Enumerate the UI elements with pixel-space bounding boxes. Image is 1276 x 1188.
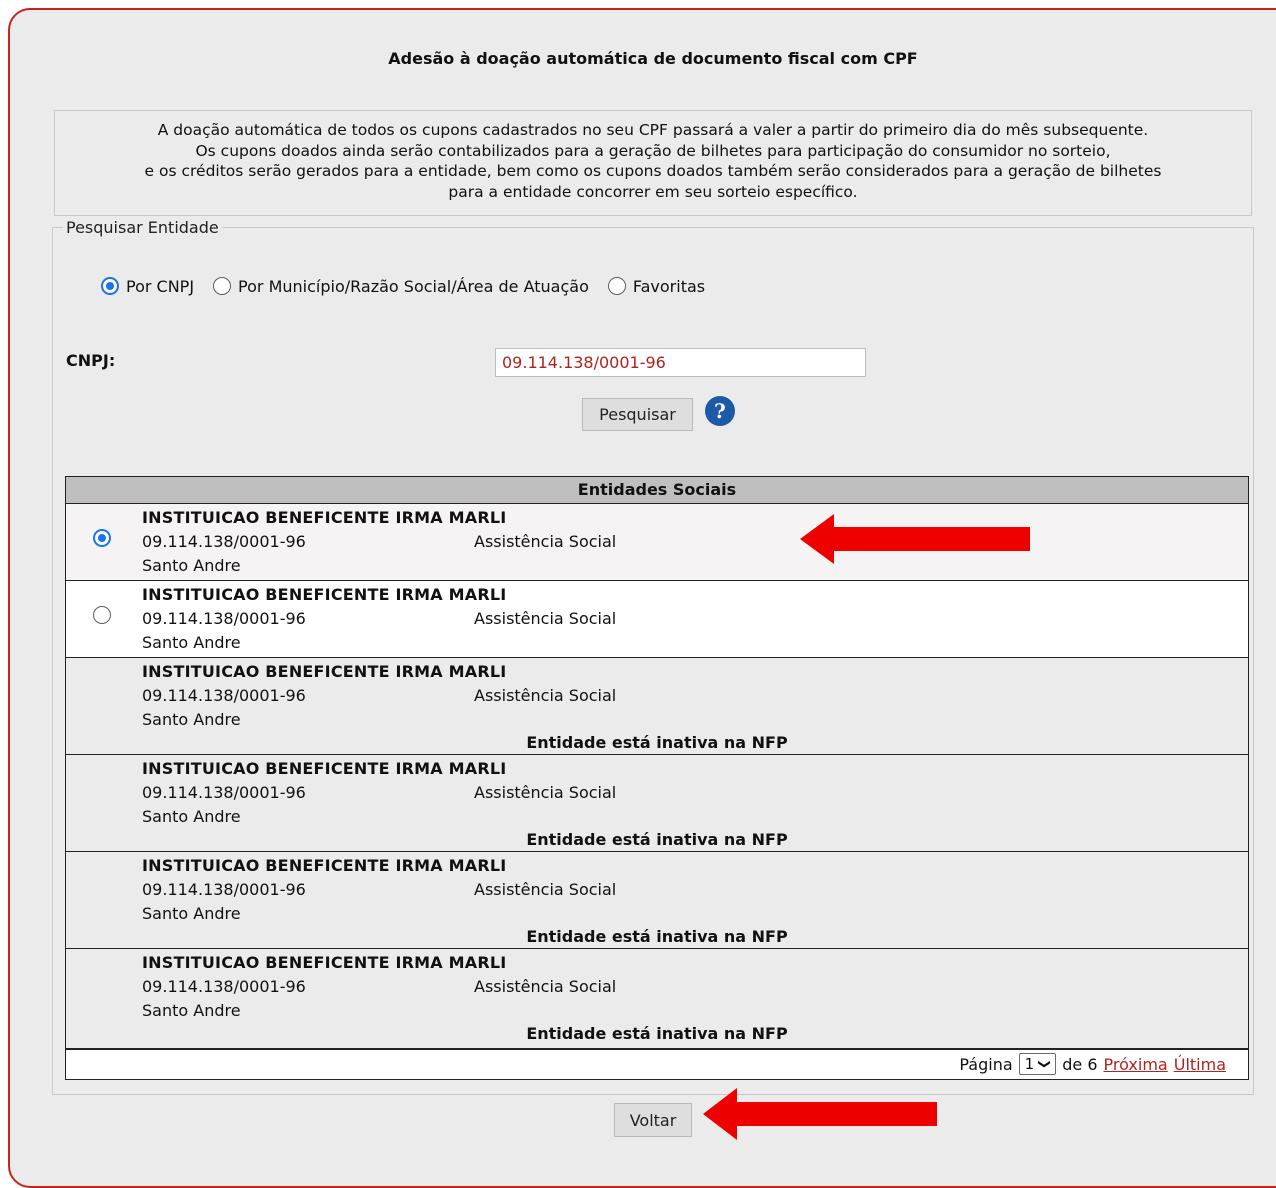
cnpj-input[interactable] — [495, 348, 866, 377]
radio-unselected-icon[interactable] — [93, 606, 111, 624]
entity-area: Assistência Social — [474, 880, 617, 899]
cnpj-label: CNPJ: — [66, 351, 116, 370]
option-label: Por CNPJ — [126, 276, 195, 296]
table-row: INSTITUICAO BENEFICENTE IRMA MARLI 09.11… — [66, 755, 1248, 852]
option-label: Por Município/Razão Social/Área de Atuaç… — [238, 276, 589, 296]
search-mode-options: Por CNPJ Por Município/Razão Social/Área… — [101, 273, 724, 299]
option-por-municipio[interactable]: Por Município/Razão Social/Área de Atuaç… — [213, 277, 589, 296]
entity-area: Assistência Social — [474, 686, 617, 705]
entity-name: INSTITUICAO BENEFICENTE IRMA MARLI — [142, 856, 507, 875]
radio-selected-icon[interactable] — [93, 529, 111, 547]
last-page-link[interactable]: Última — [1174, 1055, 1226, 1074]
entity-name: INSTITUICAO BENEFICENTE IRMA MARLI — [142, 508, 507, 527]
radio-unselected-icon[interactable] — [607, 277, 626, 295]
entity-name: INSTITUICAO BENEFICENTE IRMA MARLI — [142, 585, 507, 604]
entity-name: INSTITUICAO BENEFICENTE IRMA MARLI — [142, 953, 507, 972]
option-favoritas[interactable]: Favoritas — [607, 276, 706, 296]
entity-area: Assistência Social — [474, 532, 617, 551]
pagination-bar: Página 1 ❯ de 6 Próxima Última — [66, 1048, 1248, 1079]
entity-cnpj: 09.114.138/0001-96 — [142, 783, 306, 802]
notice-line: Os cupons doados ainda serão contabiliza… — [195, 141, 1111, 160]
entity-cnpj: 09.114.138/0001-96 — [142, 686, 306, 705]
search-button[interactable]: Pesquisar — [582, 398, 693, 431]
red-arrow-icon — [800, 514, 1030, 564]
entity-cnpj: 09.114.138/0001-96 — [142, 609, 306, 628]
entities-table: Entidades Sociais INSTITUICAO BENEFICENT… — [65, 476, 1249, 1080]
radio-selected-icon[interactable] — [101, 277, 119, 295]
entity-city: Santo Andre — [142, 710, 241, 729]
entity-cnpj: 09.114.138/0001-96 — [142, 532, 306, 551]
table-header: Entidades Sociais — [66, 477, 1248, 504]
radio-unselected-icon[interactable] — [213, 277, 232, 295]
entity-cnpj: 09.114.138/0001-96 — [142, 880, 306, 899]
inactive-status: Entidade está inativa na NFP — [526, 733, 788, 752]
inactive-status: Entidade está inativa na NFP — [526, 830, 788, 849]
notice-line: e os créditos serão gerados para a entid… — [144, 162, 1162, 181]
entity-area: Assistência Social — [474, 609, 617, 628]
entity-city: Santo Andre — [142, 556, 241, 575]
back-button[interactable]: Voltar — [614, 1103, 692, 1137]
notice-box: A doação automática de todos os cupons c… — [54, 110, 1252, 216]
red-arrow-icon — [703, 1088, 937, 1140]
entity-area: Assistência Social — [474, 977, 617, 996]
chevron-down-icon: ❯ — [1038, 1058, 1053, 1070]
entity-area: Assistência Social — [474, 783, 617, 802]
entity-cnpj: 09.114.138/0001-96 — [142, 977, 306, 996]
search-legend: Pesquisar Entidade — [66, 218, 219, 237]
page-select-value: 1 — [1024, 1055, 1035, 1073]
option-por-cnpj[interactable]: Por CNPJ — [101, 277, 194, 296]
next-page-link[interactable]: Próxima — [1104, 1055, 1168, 1074]
page-title: Adesão à doação automática de documento … — [388, 49, 918, 68]
entity-city: Santo Andre — [142, 807, 241, 826]
inactive-status: Entidade está inativa na NFP — [526, 927, 788, 946]
notice-line: para a entidade concorrer em seu sorteio… — [448, 182, 858, 201]
table-row: INSTITUICAO BENEFICENTE IRMA MARLI 09.11… — [66, 852, 1248, 949]
page-count: de 6 — [1062, 1054, 1098, 1074]
notice-line: A doação automática de todos os cupons c… — [157, 121, 1149, 139]
entity-city: Santo Andre — [142, 904, 241, 923]
inactive-status: Entidade está inativa na NFP — [526, 1024, 788, 1043]
page-select[interactable]: 1 ❯ — [1018, 1053, 1057, 1075]
question-circle-icon[interactable]: ? — [705, 396, 735, 426]
entity-name: INSTITUICAO BENEFICENTE IRMA MARLI — [142, 662, 507, 681]
table-row: INSTITUICAO BENEFICENTE IRMA MARLI 09.11… — [66, 658, 1248, 755]
table-row[interactable]: INSTITUICAO BENEFICENTE IRMA MARLI 09.11… — [66, 581, 1248, 658]
page-label: Página — [959, 1054, 1013, 1074]
table-row[interactable]: INSTITUICAO BENEFICENTE IRMA MARLI 09.11… — [66, 504, 1248, 581]
entity-city: Santo Andre — [142, 1001, 241, 1020]
table-row: INSTITUICAO BENEFICENTE IRMA MARLI 09.11… — [66, 949, 1248, 1046]
option-label: Favoritas — [632, 276, 706, 296]
entity-name: INSTITUICAO BENEFICENTE IRMA MARLI — [142, 759, 507, 778]
entity-city: Santo Andre — [142, 633, 241, 652]
